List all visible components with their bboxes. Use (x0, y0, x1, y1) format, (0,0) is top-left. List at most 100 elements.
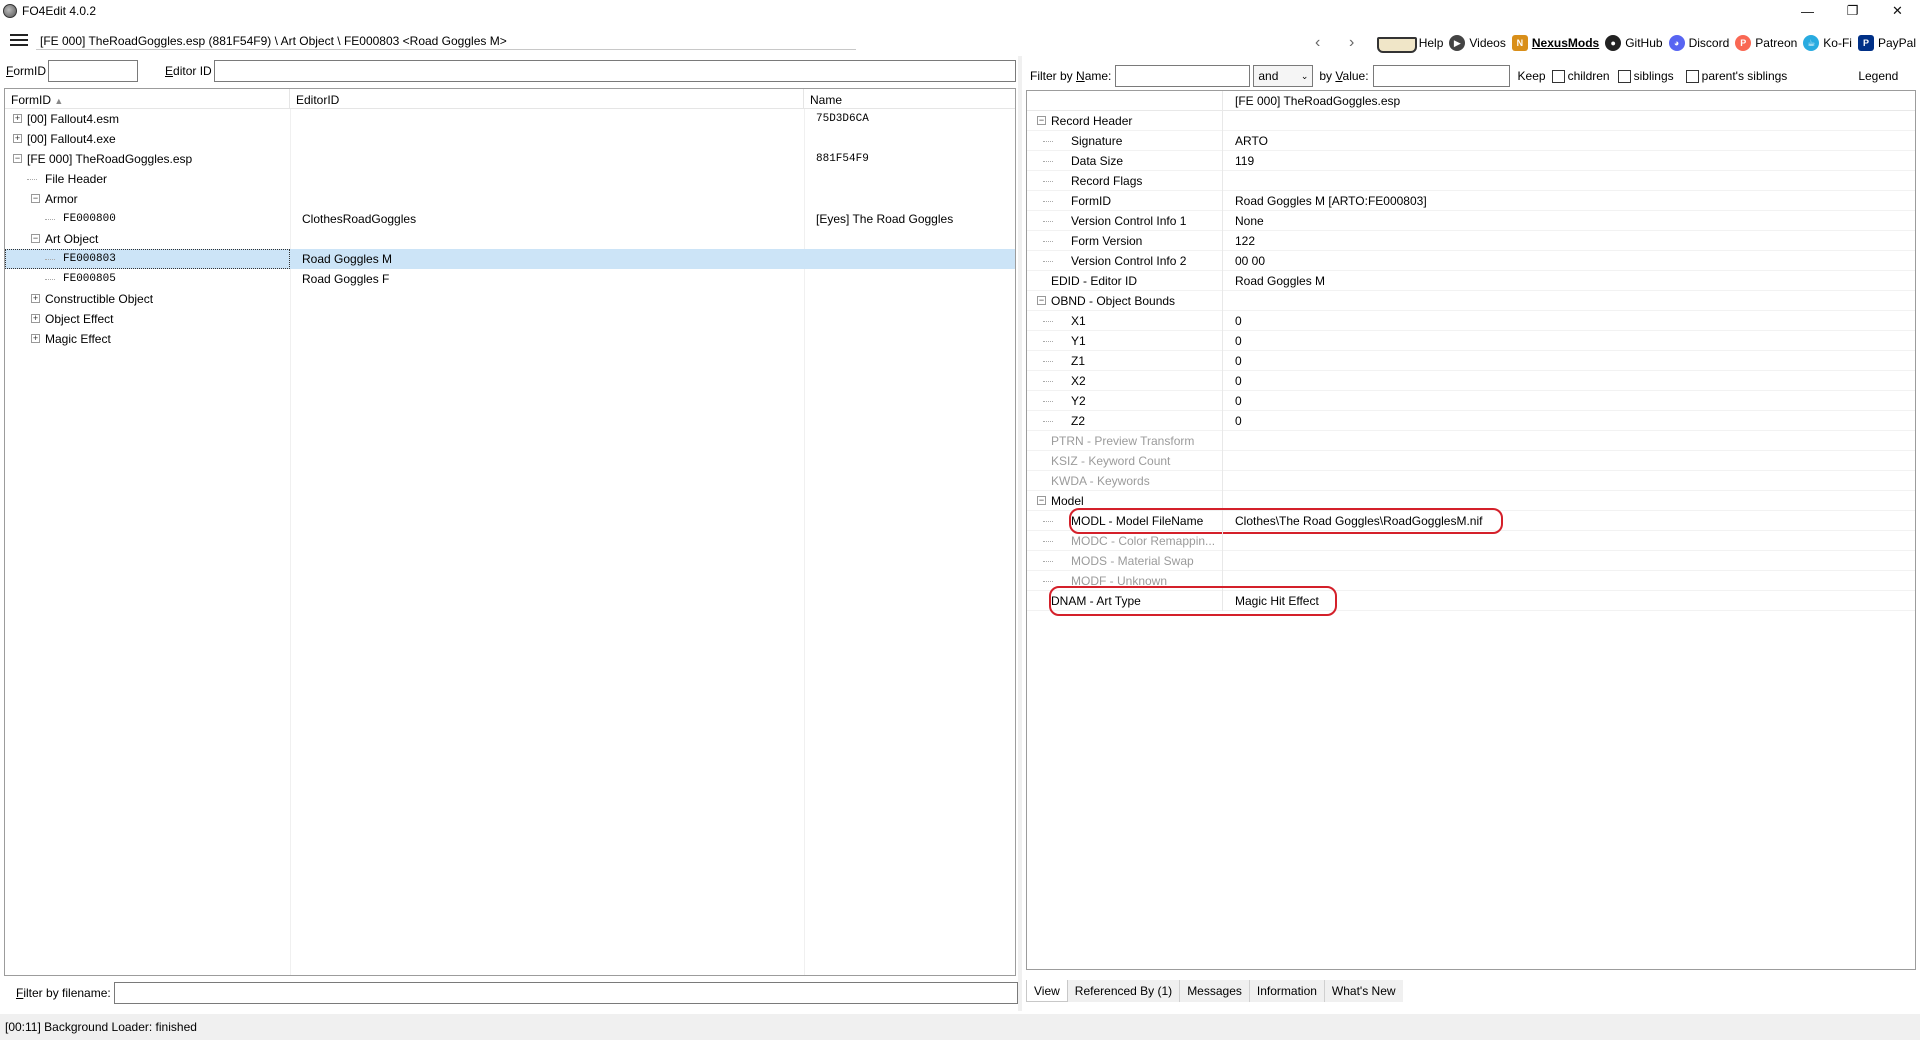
grid-field-label: MODS - Material Swap (1071, 553, 1194, 568)
tree-row[interactable]: + Constructible Object (5, 289, 1015, 309)
discord-button[interactable]: ◕ Discord (1668, 35, 1729, 51)
tab-messages[interactable]: Messages (1180, 980, 1250, 1002)
tree-connector (1043, 520, 1053, 522)
tree-row[interactable]: − Armor (5, 189, 1015, 209)
column-formid[interactable]: FormID ▲ (5, 89, 290, 109)
keep-siblings-checkbox[interactable]: siblings (1617, 69, 1674, 83)
grid-row[interactable]: X2 0 (1027, 370, 1915, 391)
conjunction-select[interactable]: and ⌄ (1253, 65, 1314, 87)
expand-icon[interactable]: + (31, 334, 40, 343)
tree-row[interactable]: + Object Effect (5, 309, 1015, 329)
grid-row[interactable]: PTRN - Preview Transform (1027, 430, 1915, 451)
tree-cell-name: 881F54F9 (816, 153, 869, 165)
minimize-button[interactable]: — (1785, 0, 1830, 22)
grid-field-value: ARTO (1235, 133, 1268, 148)
tree-row[interactable]: File Header (5, 169, 1015, 189)
collapse-icon[interactable]: − (1037, 495, 1046, 505)
github-button[interactable]: ● GitHub (1605, 35, 1663, 51)
tree-row-label: [00] Fallout4.esm (27, 112, 120, 126)
forward-arrow-icon[interactable]: › (1335, 34, 1369, 52)
collapse-icon[interactable]: − (13, 154, 22, 163)
tree-row[interactable]: + [00] Fallout4.esm 75D3D6CA (5, 109, 1015, 129)
grid-row[interactable]: FormID Road Goggles M [ARTO:FE000803] (1027, 190, 1915, 211)
record-tree[interactable]: FormID ▲ EditorID Name + [00] Fallout4.es… (4, 88, 1016, 976)
grid-row[interactable]: − Record Header (1027, 110, 1915, 131)
tree-row[interactable]: − Art Object (5, 229, 1015, 249)
editorid-filter-input[interactable] (213, 60, 1016, 82)
tree-row[interactable]: − [FE 000] TheRoadGoggles.esp 881F54F9 (5, 149, 1015, 169)
expand-icon[interactable]: + (31, 294, 40, 303)
kofi-button[interactable]: ☕ Ko-Fi (1803, 35, 1852, 51)
grid-field-name: X1 (1027, 310, 1223, 331)
grid-row[interactable]: X1 0 (1027, 310, 1915, 331)
back-arrow-icon[interactable]: ‹ (1301, 34, 1335, 52)
paypal-button[interactable]: P PayPal (1857, 35, 1916, 51)
keep-children-checkbox[interactable]: children (1551, 69, 1610, 83)
grid-row[interactable]: Signature ARTO (1027, 130, 1915, 151)
collapse-icon[interactable]: − (1037, 115, 1046, 125)
grid-row[interactable]: Z2 0 (1027, 410, 1915, 431)
grid-field-label: Y2 (1071, 393, 1086, 408)
expand-icon[interactable]: + (31, 314, 40, 323)
grid-field-label: PTRN - Preview Transform (1051, 433, 1195, 448)
collapse-icon[interactable]: − (31, 194, 40, 203)
grid-field-label: Record Header (1051, 113, 1133, 128)
close-button[interactable]: ✕ (1875, 0, 1920, 22)
grid-row[interactable]: Record Flags (1027, 170, 1915, 191)
tab-information[interactable]: Information (1249, 980, 1325, 1002)
nexusmods-button[interactable]: N NexusMods (1511, 35, 1599, 51)
tree-row[interactable]: FE000800 ClothesRoadGoggles [Eyes] The Roa… (5, 209, 1015, 229)
tree-connector (1043, 560, 1053, 562)
grid-row[interactable]: Form Version 122 (1027, 230, 1915, 251)
grid-field-name: EDID - Editor ID (1027, 270, 1223, 291)
tab-view[interactable]: View (1026, 980, 1068, 1002)
hamburger-menu-icon[interactable] (10, 34, 28, 48)
tree-row[interactable]: + Magic Effect (5, 329, 1015, 349)
github-icon: ● (1605, 35, 1622, 51)
tree-row[interactable]: FE000805 Road Goggles F (5, 269, 1015, 289)
videos-button[interactable]: ▶ Videos (1449, 35, 1506, 51)
filter-by-name-input[interactable] (1115, 65, 1251, 87)
grid-row[interactable]: KWDA - Keywords (1027, 470, 1915, 491)
keep-parents-siblings-checkbox[interactable]: parent's siblings (1685, 69, 1787, 83)
filter-by-value-input[interactable] (1372, 65, 1510, 87)
grid-field-name: Data Size (1027, 150, 1223, 171)
filename-filter-bar: Filter by filename: (2, 980, 1018, 1006)
grid-row[interactable]: MODL - Model FileName Clothes\The Road Go… (1027, 508, 1915, 534)
tree-row[interactable]: + [00] Fallout4.exe (5, 129, 1015, 149)
tree-row-label: [FE 000] TheRoadGoggles.esp (27, 152, 193, 166)
column-name[interactable]: Name (804, 89, 1015, 109)
grid-row[interactable]: Z1 0 (1027, 350, 1915, 371)
filename-filter-input[interactable] (113, 982, 1018, 1004)
grid-row[interactable]: EDID - Editor ID Road Goggles M (1027, 270, 1915, 291)
collapse-icon[interactable]: − (31, 234, 40, 243)
column-editorid[interactable]: EditorID (290, 89, 804, 109)
grid-row[interactable]: Data Size 119 (1027, 150, 1915, 171)
window-controls: — ❐ ✕ (1785, 0, 1920, 22)
tree-row[interactable]: FE000803 Road Goggles M (5, 249, 1015, 269)
grid-row[interactable]: KSIZ - Keyword Count (1027, 450, 1915, 471)
grid-row[interactable]: Y2 0 (1027, 390, 1915, 411)
collapse-icon[interactable]: − (1037, 295, 1046, 305)
tree-cell-formid: − Armor (5, 189, 290, 209)
grid-row[interactable]: MODS - Material Swap (1027, 550, 1915, 571)
expand-icon[interactable]: + (13, 114, 22, 123)
grid-row[interactable]: MODC - Color Remappin... (1027, 530, 1915, 551)
tree-row-label: FE000805 (63, 273, 116, 285)
patreon-button[interactable]: P Patreon (1735, 35, 1797, 51)
tree-cell-editorid: ClothesRoadGoggles (302, 212, 417, 226)
restore-button[interactable]: ❐ (1830, 0, 1875, 22)
help-button[interactable]: Help (1375, 35, 1443, 53)
tree-row-label: Magic Effect (45, 332, 111, 346)
grid-row[interactable]: − OBND - Object Bounds (1027, 290, 1915, 311)
expand-icon[interactable]: + (13, 134, 22, 143)
tab-referenced-by[interactable]: Referenced By (1) (1067, 980, 1181, 1002)
grid-row[interactable]: DNAM - Art Type Magic Hit Effect (1027, 586, 1915, 616)
tab-whats-new[interactable]: What's New (1324, 980, 1403, 1002)
legend-button[interactable]: Legend (1858, 69, 1898, 83)
formid-filter-input[interactable] (48, 60, 139, 82)
record-grid[interactable]: [FE 000] TheRoadGoggles.esp − Record Head… (1026, 90, 1916, 970)
grid-row[interactable]: Version Control Info 1 None (1027, 210, 1915, 231)
grid-row[interactable]: Version Control Info 2 00 00 (1027, 250, 1915, 271)
grid-row[interactable]: Y1 0 (1027, 330, 1915, 351)
